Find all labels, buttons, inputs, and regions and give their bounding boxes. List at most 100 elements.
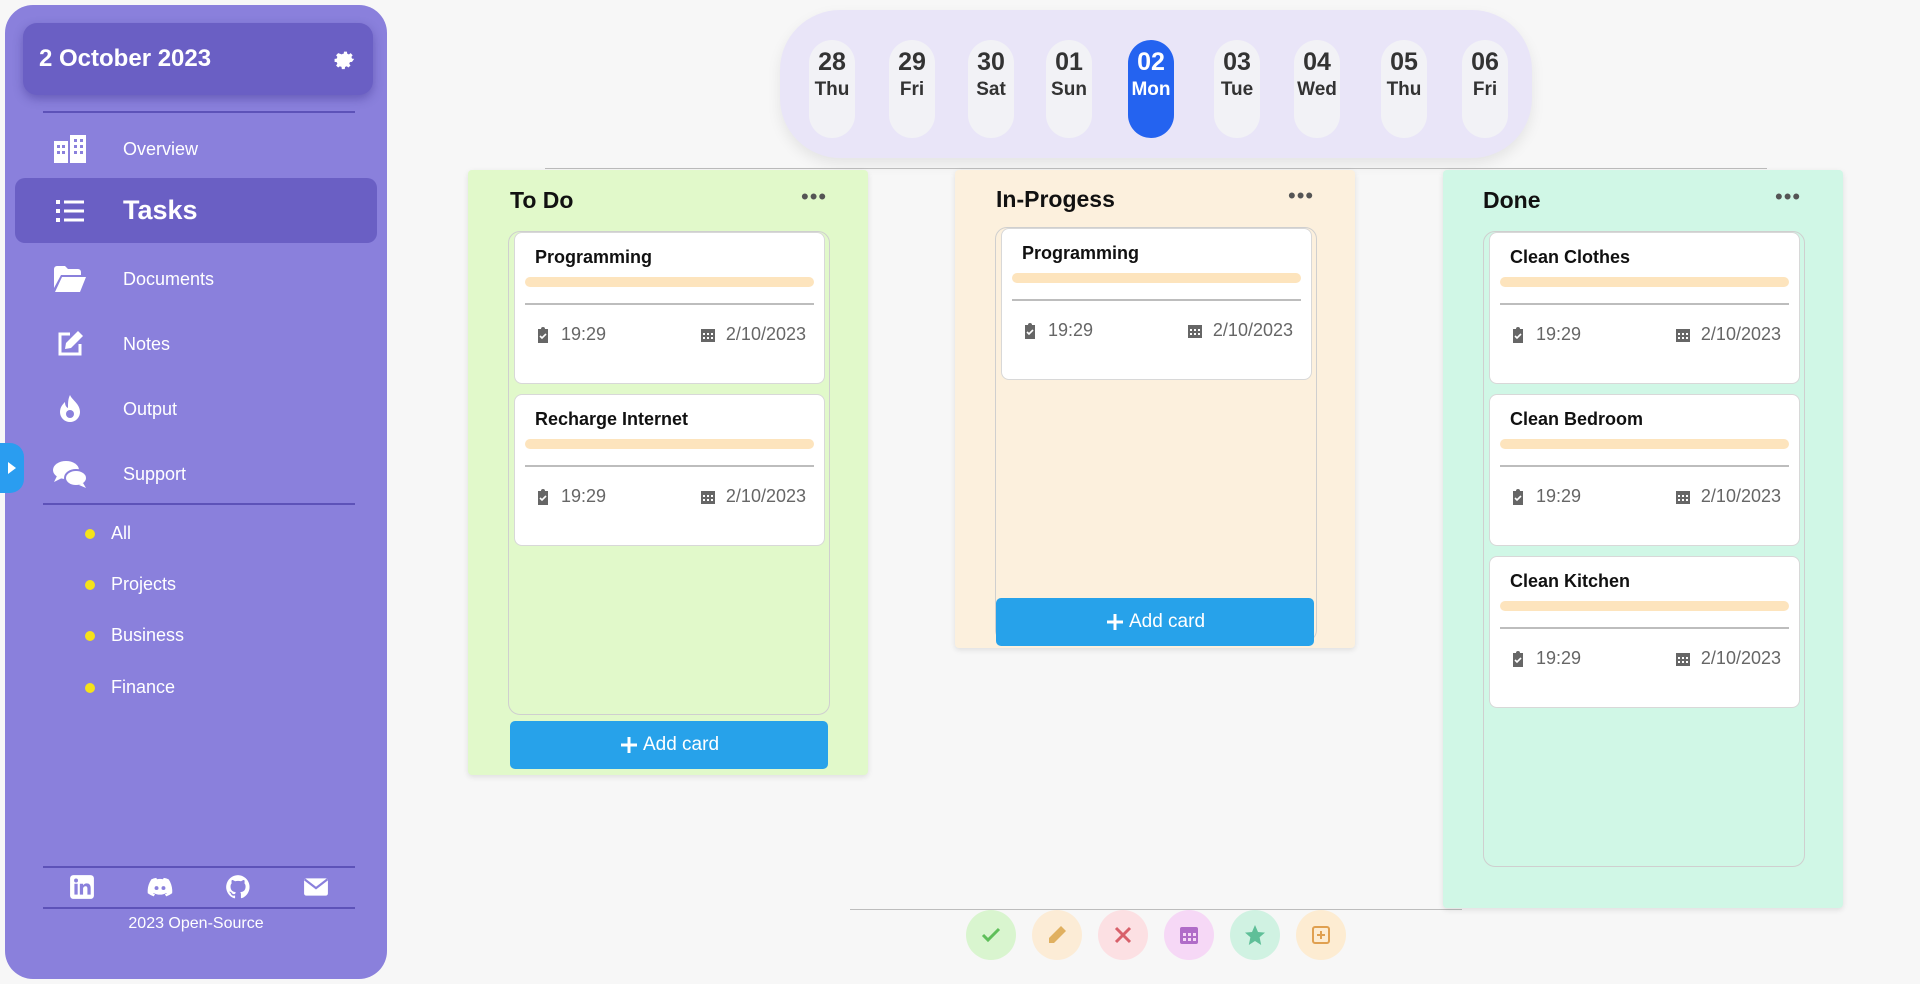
day-item[interactable]: 06 Fri <box>1462 40 1508 138</box>
plus-icon <box>620 737 637 753</box>
day-item[interactable]: 05 Thu <box>1381 40 1427 138</box>
list-icon <box>53 194 87 228</box>
card-title: Clean Kitchen <box>1510 571 1631 591</box>
check-icon <box>981 927 1001 943</box>
progress-bar <box>1500 601 1789 611</box>
calendar-icon <box>700 490 715 504</box>
complete-button[interactable] <box>966 910 1016 960</box>
card-title: Clean Clothes <box>1510 247 1631 267</box>
task-card[interactable]: Clean Clothes 19:29 2/10/2023 <box>1489 232 1800 384</box>
sidebar-subitem-finance[interactable]: Finance <box>85 677 175 698</box>
progress-bar <box>1012 273 1301 283</box>
task-card[interactable]: Recharge Internet 19:29 2/10/2023 <box>514 394 825 546</box>
card-list: Programming 19:29 2/10/2023 Recharge Int… <box>508 231 830 715</box>
sidebar-item-tasks[interactable]: Tasks <box>15 178 377 243</box>
social-links <box>43 865 355 909</box>
calendar-icon <box>1675 490 1690 504</box>
day-item[interactable]: 30 Sat <box>968 40 1014 138</box>
clipboard-check-icon <box>1513 326 1523 343</box>
edit-button[interactable] <box>1032 910 1082 960</box>
day-number: 04 <box>1303 48 1331 76</box>
card-date: 2/10/2023 <box>700 486 806 507</box>
sidebar-toggle-button[interactable] <box>0 443 24 493</box>
add-item-button[interactable] <box>1296 910 1346 960</box>
linkedin-icon[interactable] <box>69 874 95 900</box>
favorite-button[interactable] <box>1230 910 1280 960</box>
sidebar-divider <box>43 907 355 909</box>
card-list: Clean Clothes 19:29 2/10/2023 Clean Bedr… <box>1483 231 1805 867</box>
sidebar-item-documents[interactable]: Documents <box>15 249 377 309</box>
progress-bar <box>525 277 814 287</box>
card-title: Recharge Internet <box>535 409 689 429</box>
card-divider <box>525 465 814 467</box>
day-item[interactable]: 04 Wed <box>1294 40 1340 138</box>
bullet-dot-icon <box>85 630 95 641</box>
day-item[interactable]: 28 Thu <box>809 40 855 138</box>
clipboard-check-icon <box>538 326 548 343</box>
sidebar-subitem-label: Projects <box>111 574 177 594</box>
sidebar-item-overview[interactable]: Overview <box>15 119 377 179</box>
card-time-value: 19:29 <box>1536 324 1582 344</box>
more-options-icon[interactable]: ••• <box>1775 186 1801 208</box>
task-card[interactable]: Programming 19:29 2/10/2023 <box>1001 228 1312 380</box>
card-title: Programming <box>1022 243 1140 263</box>
day-number: 02 <box>1137 48 1165 76</box>
card-time-value: 19:29 <box>561 486 607 506</box>
date-header: 2 October 2023 <box>23 23 373 95</box>
card-divider <box>1500 465 1789 467</box>
calendar-icon <box>700 328 715 342</box>
day-weekday: Fri <box>1472 79 1498 100</box>
star-icon <box>1245 925 1265 945</box>
day-number: 29 <box>898 48 926 76</box>
card-divider <box>1500 303 1789 305</box>
schedule-button[interactable] <box>1164 910 1214 960</box>
add-square-icon <box>1312 926 1330 944</box>
card-title: Programming <box>535 247 653 267</box>
day-weekday: Mon <box>1131 79 1171 100</box>
folder-open-icon <box>53 262 87 296</box>
more-options-icon[interactable]: ••• <box>1288 185 1314 207</box>
day-item[interactable]: 29 Fri <box>889 40 935 138</box>
current-date: 2 October 2023 <box>39 45 212 72</box>
sidebar-item-label: Tasks <box>123 195 198 225</box>
github-icon[interactable] <box>225 874 251 900</box>
day-item[interactable]: 01 Sun <box>1046 40 1092 138</box>
sidebar-subitem-label: Business <box>111 625 185 645</box>
card-date-value: 2/10/2023 <box>725 324 806 344</box>
calendar-icon <box>1675 328 1690 342</box>
bullet-dot-icon <box>85 579 95 590</box>
envelope-icon[interactable] <box>303 874 329 900</box>
sidebar-item-output[interactable]: Output <box>15 379 377 439</box>
discord-icon[interactable] <box>147 874 173 900</box>
sidebar-item-label: Output <box>123 398 178 419</box>
add-card-button[interactable]: Add card <box>510 721 828 769</box>
sidebar-subitem-label: All <box>111 523 132 543</box>
sidebar-item-label: Support <box>123 463 187 484</box>
task-card[interactable]: Programming 19:29 2/10/2023 <box>514 232 825 384</box>
day-weekday: Tue <box>1220 79 1254 100</box>
edit-icon <box>53 327 87 361</box>
card-title: Clean Bedroom <box>1510 409 1644 429</box>
sidebar-subitem-label: Finance <box>111 677 176 697</box>
column-title: Done <box>1483 187 1541 213</box>
board-top-divider <box>545 168 1767 169</box>
sidebar-subitem-projects[interactable]: Projects <box>85 574 176 595</box>
sidebar-item-support[interactable]: Support <box>15 444 377 504</box>
sidebar-item-notes[interactable]: Notes <box>15 314 377 374</box>
sidebar-divider <box>43 503 355 505</box>
day-item[interactable]: 03 Tue <box>1214 40 1260 138</box>
task-card[interactable]: Clean Bedroom 19:29 2/10/2023 <box>1489 394 1800 546</box>
building-icon <box>53 132 87 166</box>
gear-icon[interactable] <box>331 46 357 72</box>
add-card-button[interactable]: Add card <box>996 598 1314 646</box>
sidebar-subitem-business[interactable]: Business <box>85 625 184 646</box>
day-item-selected[interactable]: 02 Mon <box>1128 40 1174 138</box>
day-number: 06 <box>1471 48 1499 76</box>
column-todo: To Do ••• Programming 19:29 2/10/2023 Re… <box>468 170 868 775</box>
delete-button[interactable] <box>1098 910 1148 960</box>
footer-text: 2023 Open-Source <box>128 915 264 932</box>
sidebar-subitem-all[interactable]: All <box>85 523 131 544</box>
calendar-icon <box>1180 927 1198 944</box>
task-card[interactable]: Clean Kitchen 19:29 2/10/2023 <box>1489 556 1800 708</box>
more-options-icon[interactable]: ••• <box>801 186 827 208</box>
